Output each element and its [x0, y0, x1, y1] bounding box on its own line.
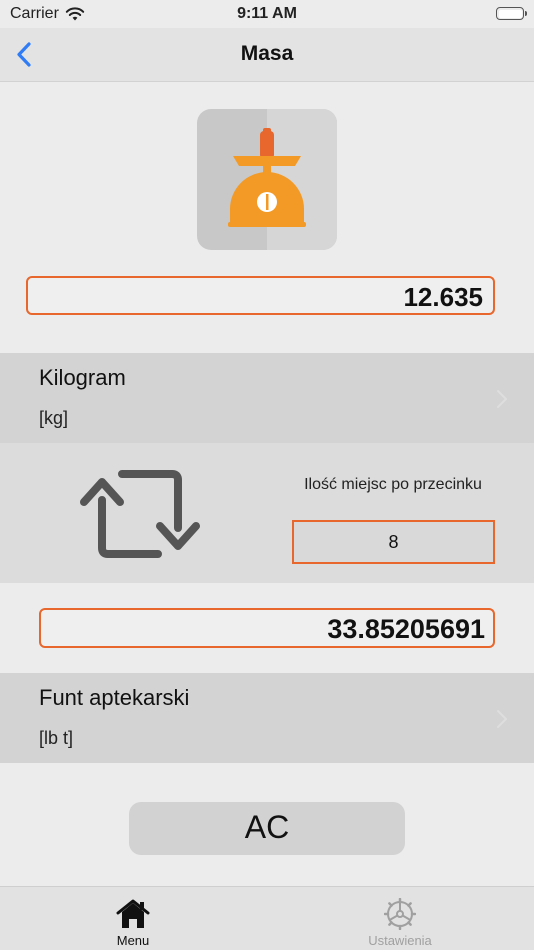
decimals-input[interactable]: 8 [292, 520, 495, 564]
clock: 9:11 AM [237, 5, 297, 22]
swap-arrows-icon [80, 470, 200, 558]
home-icon [116, 899, 150, 928]
to-unit-name: Funt aptekarski [39, 685, 190, 710]
from-unit-name: Kilogram [39, 365, 126, 390]
result-field[interactable]: 33.85205691 [39, 608, 495, 648]
tab-menu-label: Menu [116, 933, 150, 948]
decimals-label: Ilość miejsc po przecinku [304, 476, 482, 493]
battery-icon [496, 7, 527, 20]
navigation-bar: Masa [0, 28, 534, 82]
page-title: Masa [240, 42, 294, 65]
status-bar: Carrier 9:11 AM [0, 0, 534, 28]
to-unit-symbol: [lb t] [39, 728, 74, 748]
tab-menu[interactable]: Menu [93, 887, 173, 950]
from-unit-selector[interactable]: Kilogram [kg] [0, 353, 534, 443]
tab-settings[interactable]: Ustawienia [355, 887, 445, 950]
swap-button[interactable] [80, 468, 200, 560]
clear-button[interactable]: AC [129, 802, 405, 855]
swap-section: Ilość miejsc po przecinku 8 [0, 443, 534, 583]
tab-settings-label: Ustawienia [368, 933, 432, 948]
kitchen-scale-icon [197, 109, 337, 250]
chevron-right-icon [497, 710, 507, 728]
gear-icon [384, 898, 416, 930]
value-input[interactable]: 12.635 [26, 276, 495, 315]
from-unit-symbol: [kg] [39, 408, 69, 428]
chevron-right-icon [497, 390, 507, 408]
tab-bar: Menu Ustawienia [0, 886, 534, 950]
to-unit-selector[interactable]: Funt aptekarski [lb t] [0, 673, 534, 763]
